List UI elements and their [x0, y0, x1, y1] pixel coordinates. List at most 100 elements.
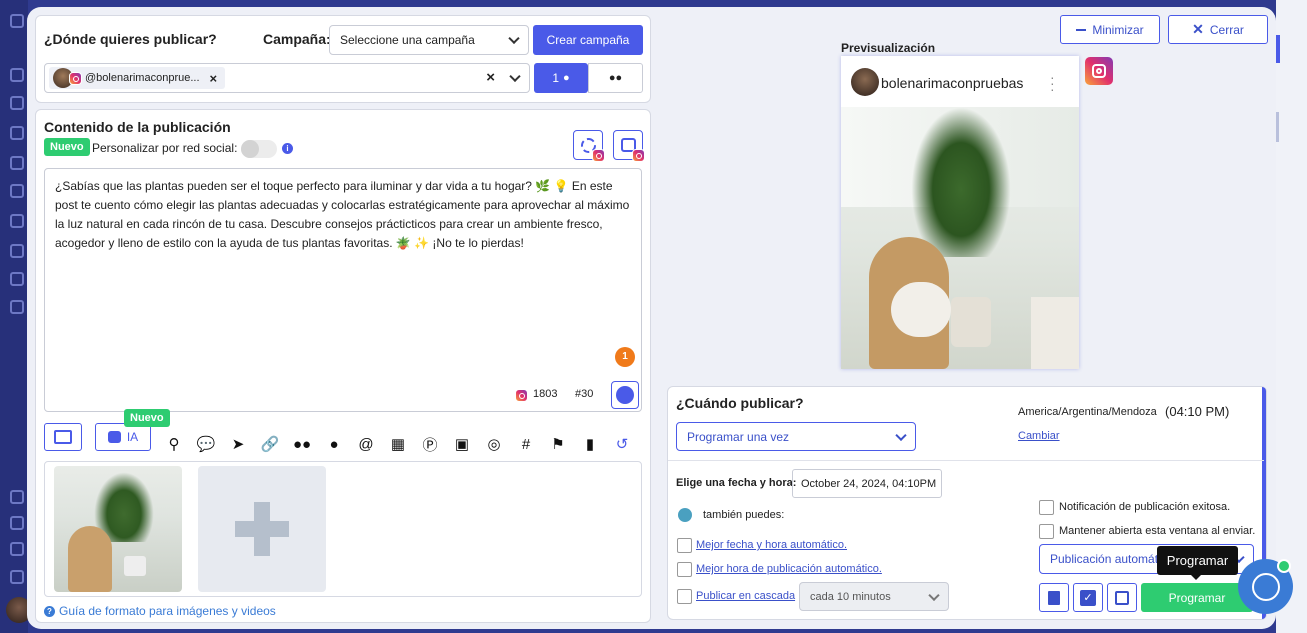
shopping-bag-icon[interactable]: ▣: [453, 435, 471, 453]
chevron-down-icon: [928, 589, 940, 601]
chevron-down-icon: [508, 32, 520, 45]
notify-success-label: Notificación de publicación exitosa.: [1059, 501, 1231, 513]
hashtag-count: #30: [575, 388, 594, 400]
mention-icon[interactable]: @: [357, 435, 375, 453]
send-icon[interactable]: ➤: [229, 435, 247, 453]
minus-icon: [1076, 28, 1087, 31]
magic-icon: [10, 184, 24, 198]
cascade-link[interactable]: Publicar en cascada: [696, 590, 795, 602]
background-sidebar: [0, 0, 32, 633]
comment-icon[interactable]: 💬: [197, 435, 216, 453]
post-text[interactable]: ¿Sabías que las plantas pueden ser el to…: [55, 177, 633, 253]
calendar-icon: [10, 96, 24, 110]
story-button[interactable]: [573, 130, 605, 162]
time-display: (04:10 PM): [1165, 404, 1230, 419]
post-text-editor[interactable]: ¿Sabías que las plantas pueden ser el to…: [44, 168, 642, 412]
chat-bot-icon: [1251, 572, 1280, 601]
reel-button[interactable]: [613, 130, 645, 162]
best-datetime-checkbox[interactable]: [677, 538, 692, 553]
robot-icon: [107, 431, 121, 443]
best-time-checkbox[interactable]: [677, 562, 692, 577]
single-count: 1: [552, 71, 560, 85]
format-guide-link[interactable]: ? Guía de formato para imágenes y videos: [44, 604, 276, 618]
notification-badge: 1: [615, 347, 635, 367]
location-icon[interactable]: ⚲: [165, 435, 183, 453]
plus-icon: [235, 502, 289, 556]
cascade-interval-value: cada 10 minutos: [810, 590, 891, 603]
more-options-icon[interactable]: · · ·: [1050, 70, 1055, 96]
date-label: Elige una fecha y hora:: [676, 477, 797, 489]
pinterest-icon[interactable]: Ⓟ: [421, 435, 439, 454]
single-account-button[interactable]: 1 ●: [534, 63, 588, 93]
frequency-select[interactable]: Programar una vez: [676, 422, 916, 451]
best-datetime-link[interactable]: Mejor fecha y hora automático.: [696, 539, 847, 551]
trash-icon: [1048, 590, 1060, 605]
ai-button[interactable]: IA: [95, 423, 151, 451]
frequency-value: Programar una vez: [687, 429, 790, 444]
preview-label: Previsualización: [841, 41, 936, 55]
keep-open-checkbox[interactable]: [1039, 524, 1054, 539]
notify-success-checkbox[interactable]: [1039, 500, 1054, 515]
user-icon[interactable]: ●: [325, 435, 343, 453]
schedule-tooltip: Programar: [1157, 546, 1238, 575]
cascade-interval-select[interactable]: cada 10 minutos: [799, 582, 949, 611]
save-button[interactable]: [1107, 583, 1137, 612]
remove-chip-icon[interactable]: ×: [210, 71, 218, 86]
date-input[interactable]: October 24, 2024, 04:10PM: [792, 469, 942, 498]
personalize-toggle[interactable]: [241, 140, 277, 158]
undo-icon[interactable]: ↺: [613, 435, 631, 453]
save-icon: [1115, 590, 1129, 605]
ai-label: IA: [126, 430, 139, 444]
users-icon: ●●: [608, 72, 623, 84]
account-select[interactable]: @bolenarimaconprue... × ×: [44, 63, 530, 93]
instagram-icon: [69, 71, 82, 85]
tooltip-arrow: [1190, 574, 1202, 580]
store-icon[interactable]: ▦: [389, 435, 407, 453]
users-icon[interactable]: ●●: [293, 435, 311, 453]
plus-icon: [10, 68, 24, 82]
clear-icon[interactable]: ×: [486, 69, 495, 86]
instagram-icon: [515, 389, 528, 402]
schedule-button[interactable]: Programar: [1141, 583, 1253, 612]
minimize-button[interactable]: Minimizar: [1060, 15, 1160, 44]
link-icon[interactable]: 🔗: [261, 435, 280, 453]
best-time-link[interactable]: Mejor hora de publicación automático.: [696, 563, 882, 575]
group-accounts-button[interactable]: ●●: [588, 63, 643, 93]
format-guide-label: Guía de formato para imágenes y videos: [59, 604, 276, 618]
hashtag-search-icon[interactable]: #: [517, 435, 535, 453]
info-icon[interactable]: i: [282, 143, 293, 154]
users-icon: [10, 244, 24, 258]
ai-new-badge: Nuevo: [124, 409, 170, 427]
campaign-label: Campaña:: [263, 31, 331, 47]
report-icon: [10, 214, 24, 228]
emoji-button[interactable]: [611, 381, 639, 409]
char-count: 1803: [533, 388, 558, 400]
target-icon[interactable]: ◎: [485, 435, 503, 453]
delete-button[interactable]: [1039, 583, 1069, 612]
link-icon: [10, 490, 24, 504]
publish-title: ¿Dónde quieres publicar?: [44, 31, 217, 47]
campaign-select[interactable]: Seleccione una campaña: [329, 25, 529, 55]
chevron-down-icon: [509, 70, 521, 83]
cascade-checkbox[interactable]: [677, 589, 692, 604]
media-button[interactable]: [44, 423, 82, 451]
online-indicator: [1277, 559, 1291, 573]
book-icon[interactable]: ▮: [581, 435, 599, 453]
create-campaign-button[interactable]: Crear campaña: [533, 25, 643, 55]
close-icon: ✕: [1192, 21, 1204, 37]
add-media-button[interactable]: [198, 466, 326, 592]
chat-widget-button[interactable]: [1238, 559, 1293, 614]
help-icon: [10, 516, 24, 530]
post-modal: ¿Dónde quieres publicar? Campaña: Selecc…: [27, 7, 1276, 629]
personalize-label: Personalizar por red social:: [92, 141, 238, 155]
instagram-icon: [1085, 57, 1113, 85]
close-button[interactable]: ✕ Cerrar: [1168, 15, 1268, 44]
tag-icon[interactable]: ⚑: [549, 435, 567, 453]
approve-button[interactable]: ✓: [1073, 583, 1103, 612]
publish-mode-value: Publicación automática: [1050, 552, 1174, 566]
media-thumbnail[interactable]: [54, 466, 182, 592]
new-badge: Nuevo: [44, 138, 90, 156]
account-chip: @bolenarimaconprue... ×: [49, 67, 226, 89]
change-timezone-link[interactable]: Cambiar: [1018, 430, 1060, 442]
preview-username: bolenarimaconpruebas: [881, 75, 1024, 91]
